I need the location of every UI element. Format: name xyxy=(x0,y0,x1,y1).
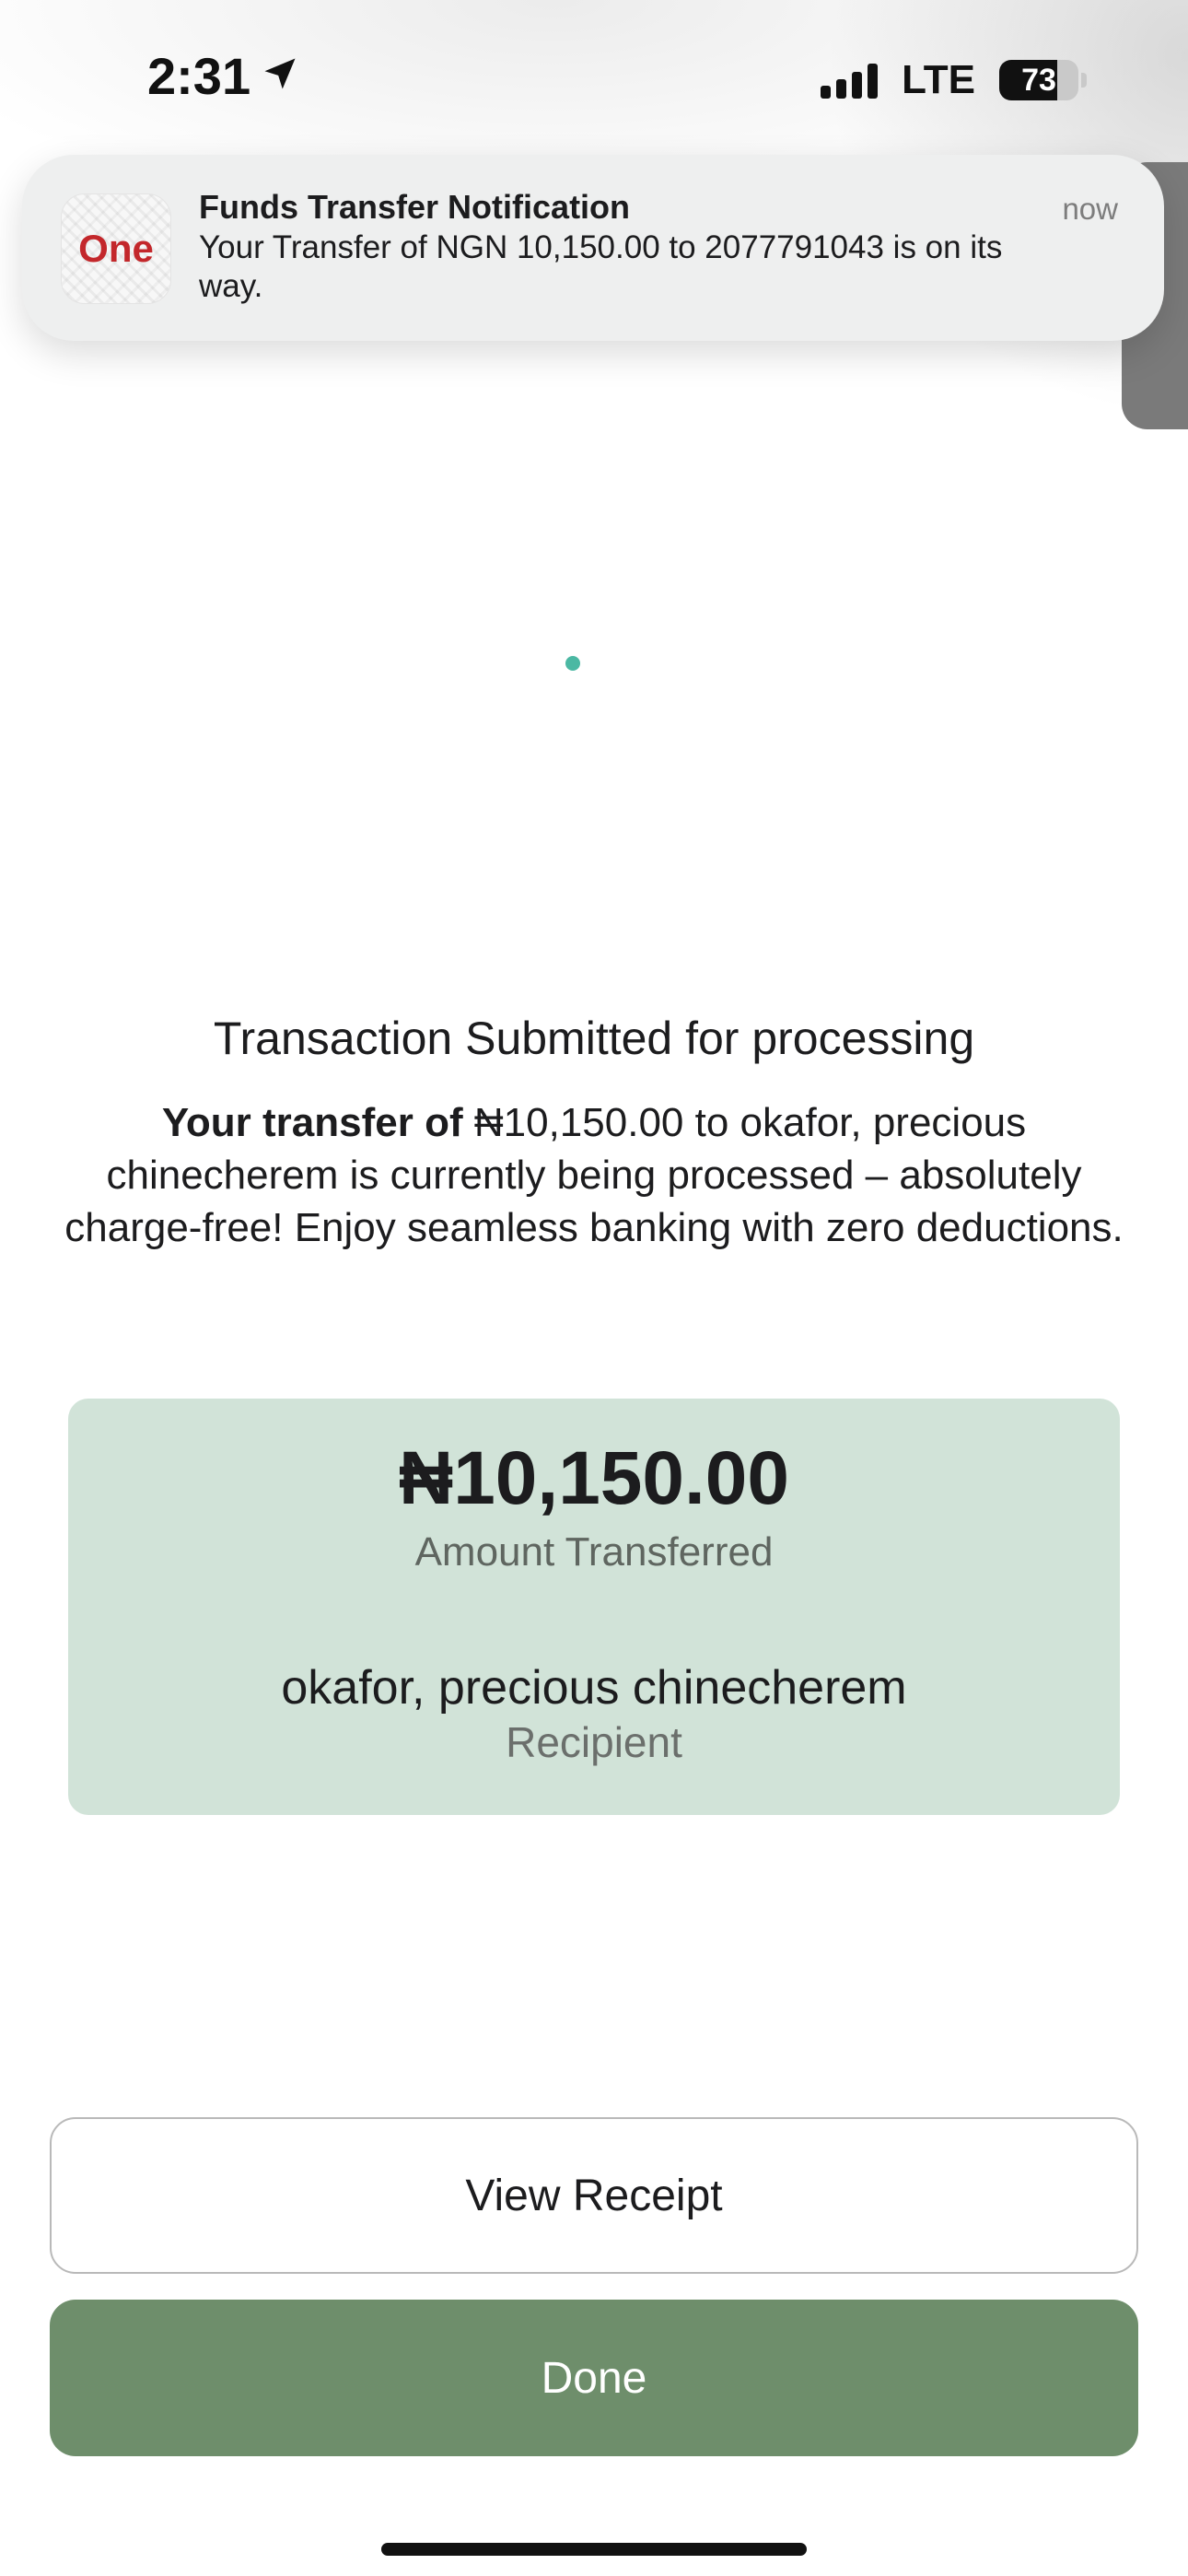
notification-body: Your Transfer of NGN 10,150.00 to 207779… xyxy=(199,229,1003,304)
amount-label: Amount Transferred xyxy=(414,1529,774,1575)
notification-banner[interactable]: One Funds Transfer Notification Your Tra… xyxy=(22,155,1164,341)
page-title: Transaction Submitted for processing xyxy=(213,1013,975,1064)
recipient-name: okafor, precious chinecherem xyxy=(281,1661,907,1715)
recipient-label: Recipient xyxy=(506,1718,682,1766)
network-type: LTE xyxy=(902,57,975,102)
status-time-text: 2:31 xyxy=(147,47,251,105)
loading-dot-icon xyxy=(565,656,580,671)
done-button[interactable]: Done xyxy=(50,2300,1138,2456)
notification-time: now xyxy=(1062,192,1118,226)
transfer-summary-card: ₦10,150.00 Amount Transferred okafor, pr… xyxy=(68,1399,1120,1815)
cellular-signal-icon xyxy=(821,62,879,99)
background-shade xyxy=(0,0,1188,1013)
home-indicator[interactable] xyxy=(381,2543,807,2556)
transfer-amount: ₦10,150.00 xyxy=(398,1436,789,1520)
confirmation-message-lead: Your transfer of xyxy=(161,1100,474,1145)
battery-level: 73 xyxy=(999,60,1078,100)
confirmation-message: Your transfer of ₦10,150.00 to okafor, p… xyxy=(46,1096,1142,1254)
app-logo-icon: One xyxy=(61,193,171,304)
battery-icon: 73 xyxy=(999,60,1087,100)
location-arrow-icon xyxy=(260,46,300,106)
notification-title: Funds Transfer Notification xyxy=(199,188,631,226)
app-logo-text: One xyxy=(78,227,154,270)
view-receipt-button[interactable]: View Receipt xyxy=(50,2117,1138,2274)
status-indicators: LTE 73 xyxy=(821,57,1087,103)
status-time: 2:31 xyxy=(147,46,300,106)
